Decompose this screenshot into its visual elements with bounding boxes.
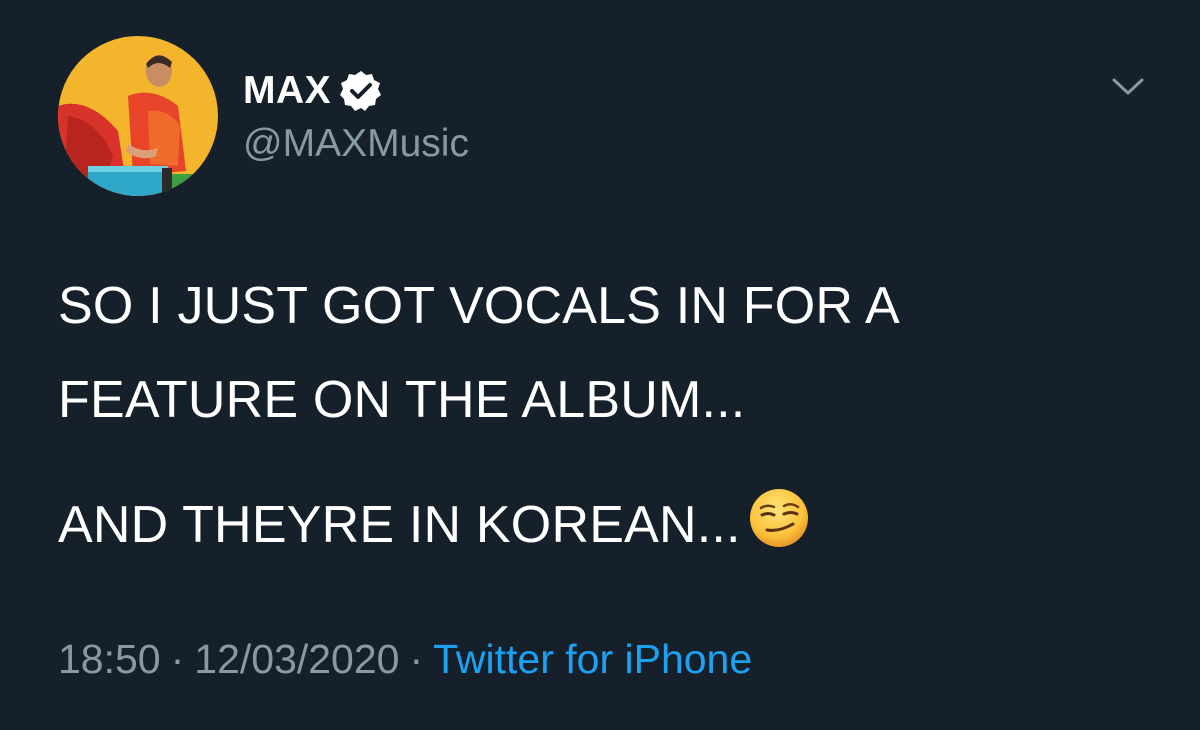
tweet-text-line-3-text: AND THEYRE IN KOREAN... bbox=[58, 496, 741, 554]
author-name-row[interactable]: MAX bbox=[243, 66, 383, 116]
tweet-date[interactable]: 12/03/2020 bbox=[194, 636, 399, 682]
author-handle[interactable]: @MAXMusic bbox=[243, 122, 469, 166]
verified-badge-icon bbox=[339, 69, 383, 113]
avatar[interactable] bbox=[58, 36, 218, 196]
tweet-text-line-2: FEATURE ON THE ALBUM... bbox=[58, 371, 746, 429]
chevron-down-icon[interactable] bbox=[1110, 74, 1146, 98]
tweet-text-line-3: AND THEYRE IN KOREAN... bbox=[58, 486, 811, 555]
meta-separator: · bbox=[409, 636, 424, 682]
tweet-text-line-1: SO I JUST GOT VOCALS IN FOR A bbox=[58, 277, 900, 335]
tweet-meta: 18:50 · 12/03/2020 · Twitter for iPhone bbox=[58, 636, 752, 683]
tweet-time[interactable]: 18:50 bbox=[58, 636, 161, 682]
tweet-card: MAX @MAXMusic SO I JUST GOT VOCALS IN FO… bbox=[0, 0, 1200, 730]
smirking-face-icon bbox=[747, 486, 811, 550]
tweet-source-link[interactable]: Twitter for iPhone bbox=[433, 636, 752, 682]
meta-separator: · bbox=[170, 636, 185, 682]
display-name[interactable]: MAX bbox=[243, 69, 331, 113]
